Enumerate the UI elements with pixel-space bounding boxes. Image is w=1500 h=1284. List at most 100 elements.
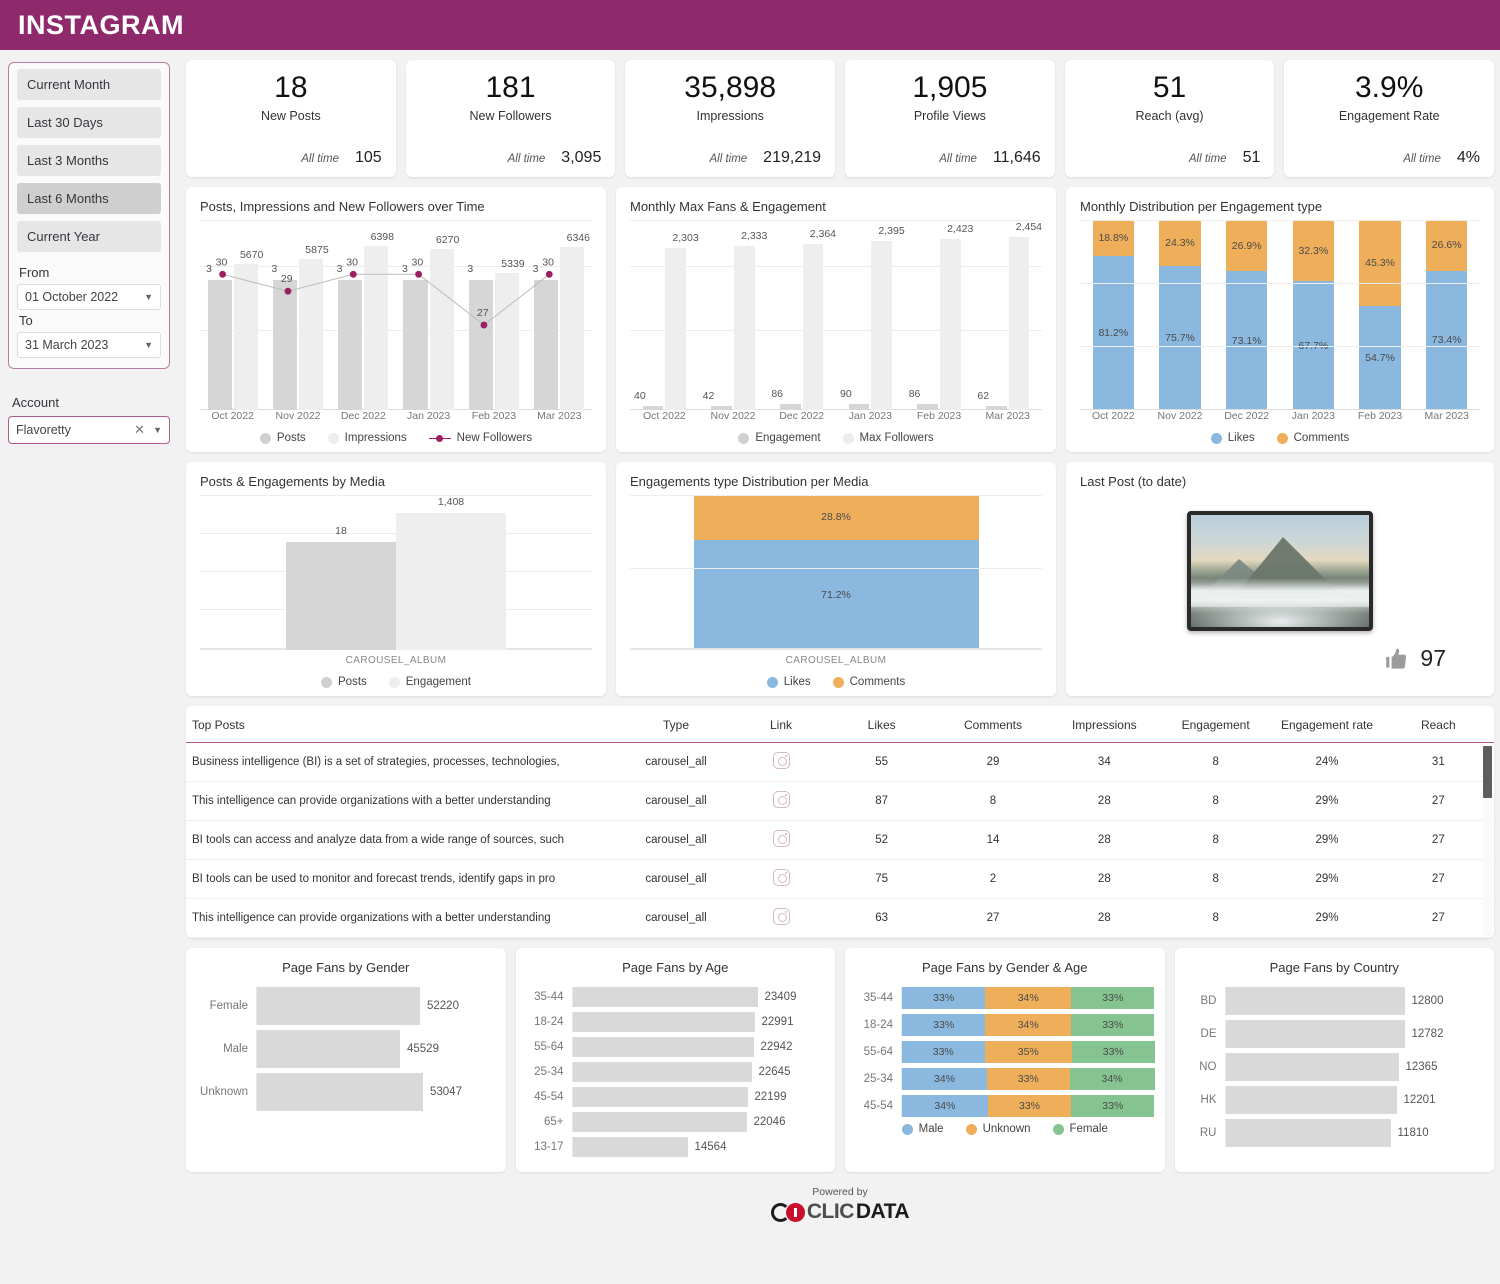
cell-link[interactable] [736,898,826,938]
period-current-month[interactable]: Current Month [17,69,161,100]
kpi-value: 181 [485,71,536,104]
cell-type: carousel_all [616,859,736,899]
chart-posts-engagements-by-media: Posts & Engagements by Media 18 1,408 CA… [186,462,606,696]
x-tick-label: Feb 2023 [916,410,962,422]
kpi-value: 3.9% [1355,71,1424,104]
legend-item-likes[interactable]: Likes [1210,432,1255,444]
legend-item-posts[interactable]: Posts [321,676,367,688]
from-date-select[interactable]: 01 October 2022 ▼ [17,284,161,310]
legend-item-posts[interactable]: Posts [259,432,306,444]
bar-value-label: 3 [401,263,408,275]
page-layout: Current Month Last 30 Days Last 3 Months… [0,50,1500,1284]
x-tick-label: Mar 2023 [1424,410,1469,422]
table-scrollbar-thumb[interactable] [1483,746,1492,798]
close-icon[interactable]: ✕ [134,422,145,438]
instagram-icon[interactable] [772,791,790,808]
to-date-select[interactable]: 31 March 2023 ▼ [17,332,161,358]
legend-item-male[interactable]: Male [901,1123,944,1135]
bar-value-label: 11810 [1397,1127,1429,1139]
cell-link[interactable] [736,742,826,782]
period-current-year[interactable]: Current Year [17,221,161,252]
kpi-label: Impressions [696,109,764,124]
table-row[interactable]: BI tools can be used to monitor and fore… [186,859,1494,899]
legend-label: Posts [338,676,367,688]
cell-likes: 63 [826,898,938,938]
legend-item-comments[interactable]: Comments [1276,432,1349,444]
bar-value-label: 22991 [761,1016,794,1028]
cell-link[interactable] [736,859,826,899]
th-link[interactable]: Link [736,706,826,743]
legend-item-engagement[interactable]: Engagement [738,432,821,444]
kpi-value: 51 [1152,71,1187,104]
period-last-6-months[interactable]: Last 6 Months [17,183,161,214]
segment-comments: 18.8% [1092,220,1134,256]
th-engagement-rate[interactable]: Engagement rate [1271,706,1382,743]
legend-item-unknown[interactable]: Unknown [965,1123,1031,1135]
cell-link[interactable] [736,820,826,860]
cell-type: carousel_all [616,898,736,938]
instagram-icon[interactable] [772,908,790,925]
legend-item-new-followers[interactable]: New Followers [428,432,532,444]
segment-male: 33% [902,1041,985,1063]
bar-value-label: 14564 [694,1141,727,1153]
clicdata-logo: CLIC DATA [186,1200,1494,1224]
legend-item-likes[interactable]: Likes [766,676,811,688]
x-tick-label: Jan 2023 [848,410,892,422]
bar-category-label: Unknown [200,1086,248,1098]
cell-engagement: 8 [1159,859,1272,899]
last-post-image[interactable] [1187,511,1373,631]
legend-item-comments[interactable]: Comments [832,676,905,688]
legend-item-max-followers[interactable]: Max Followers [842,432,934,444]
legend-item-female[interactable]: Female [1052,1123,1108,1135]
chart-monthly-distribution-engagement-type: Monthly Distribution per Engagement type… [1066,187,1494,452]
footer: Powered by CLIC DATA [186,1182,1494,1224]
table-row[interactable]: BI tools can access and analyze data fro… [186,820,1494,860]
table-row[interactable]: This intelligence can provide organizati… [186,781,1494,821]
kpi-alltime-value: 4% [1456,149,1481,166]
bar-value-label: 3 [467,263,474,275]
th-comments[interactable]: Comments [937,706,1048,743]
bar-row: NO 12365 [1185,1053,1485,1081]
chart-x-axis-label: CAROUSEL_ALBUM [345,655,447,666]
th-impressions[interactable]: Impressions [1049,706,1160,743]
table-row[interactable]: Business intelligence (BI) is a set of s… [186,742,1494,782]
x-tick-label: Oct 2022 [1092,410,1135,422]
legend-item-engagement[interactable]: Engagement [388,676,471,688]
cell-link[interactable] [736,781,826,821]
kpi-card-reach-avg: 51 Reach (avg) All time 51 [1064,60,1275,177]
bar-row: 45-54 22199 [526,1087,826,1107]
bar-value-label: 53047 [430,1086,462,1098]
table-row[interactable]: This intelligence can provide organizati… [186,898,1494,938]
cell-post: BI tools can be used to monitor and fore… [186,859,616,899]
bar-category-label: 45-54 [534,1091,564,1103]
bar-value-label: 86 [908,388,921,400]
bar-value-label: 90 [840,388,852,400]
th-reach[interactable]: Reach [1383,706,1494,743]
period-last-30-days[interactable]: Last 30 Days [17,107,161,138]
kpi-value: 35,898 [684,71,777,104]
legend-swatch [388,676,400,688]
stacked-bar-group: 18.8% 81.2% [1080,220,1147,410]
bar-group: 3 5339 [461,220,526,410]
period-last-3-months[interactable]: Last 3 Months [17,145,161,176]
th-type[interactable]: Type [616,706,736,743]
bar-value-label: 2,454 [1015,221,1043,233]
chevron-down-icon: ▼ [144,292,153,302]
th-engagement[interactable]: Engagement [1160,706,1271,743]
bar-value-label: 18 [335,525,347,537]
legend-item-impressions[interactable]: Impressions [327,432,407,444]
instagram-icon[interactable] [772,869,790,886]
instagram-icon[interactable] [772,752,790,769]
th-top-posts[interactable]: Top Posts [186,706,616,743]
th-likes[interactable]: Likes [826,706,937,743]
chart-title: Page Fans by Gender [282,960,410,975]
bar-group: 86 2,423 [905,220,973,410]
cell-engagement: 8 [1159,898,1272,938]
x-tick-label: Dec 2022 [779,410,825,422]
instagram-icon[interactable] [772,830,790,847]
segment-unknown: 33% [987,1095,1072,1117]
last-post-likes: 97 [1080,645,1480,672]
account-select[interactable]: Flavoretty ✕ ▼ [8,416,170,444]
segment-female: 33% [1072,1041,1155,1063]
from-label: From [19,265,50,280]
